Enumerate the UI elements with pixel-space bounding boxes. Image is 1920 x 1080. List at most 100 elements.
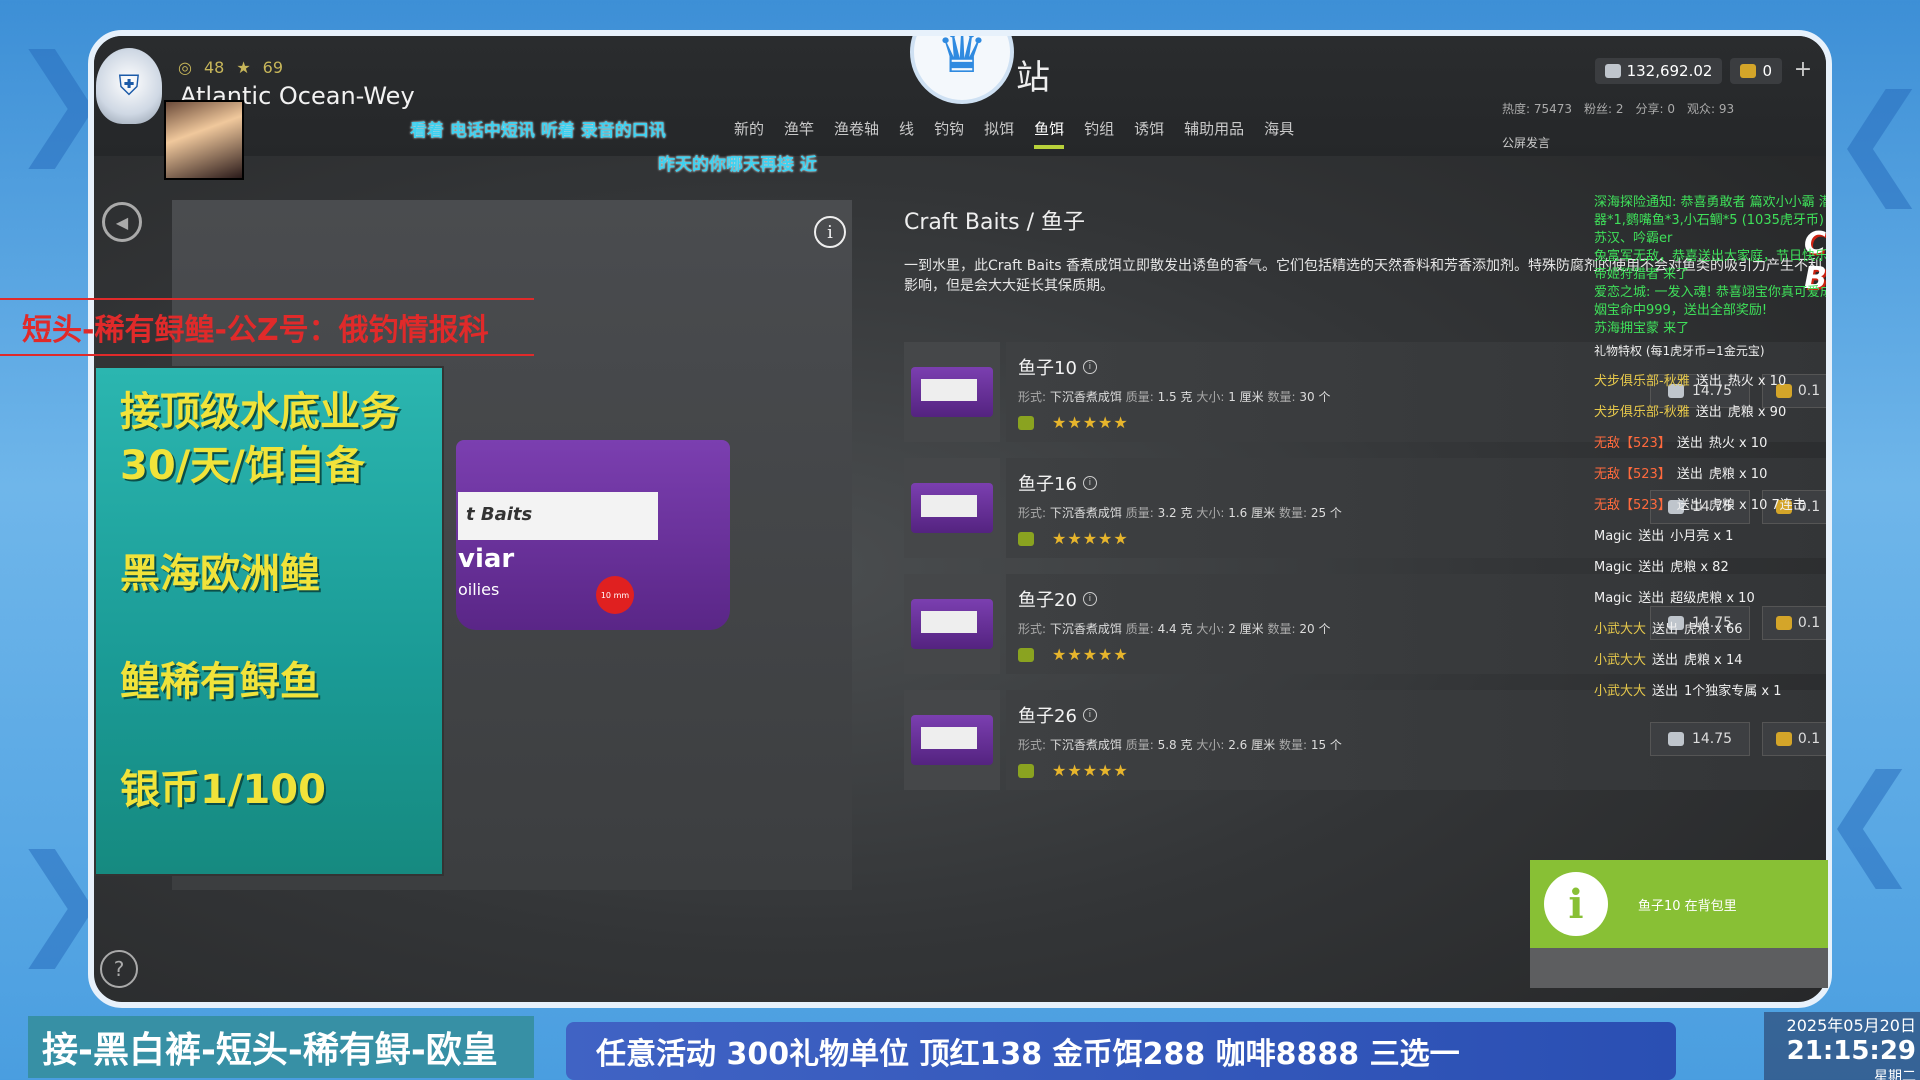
tab-lures[interactable]: 拟饵	[984, 118, 1014, 145]
lyric-line-2: 昨天的你哪天再接 近	[658, 155, 817, 175]
bucket-name: viar	[458, 544, 515, 574]
bucket-label: t Baits	[458, 492, 658, 540]
detail-title: Craft Baits / 鱼子	[904, 210, 1086, 235]
stat-views: 观众: 93	[1687, 102, 1735, 116]
tab-hooks[interactable]: 钓钩	[934, 118, 964, 145]
tab-rods[interactable]: 渔竿	[784, 118, 814, 145]
gift-message: 无敌【523】 送出 虎粮 x 10 7连击	[1594, 497, 1806, 513]
chat-message: 苏海拥宝蒙 来了	[1594, 321, 1690, 336]
announce-title: 公屏发言	[1502, 136, 1551, 150]
ad-panel: 接顶级水底业务 30/天/饵自备 黑海欧洲鳇 鳇稀有鲟鱼 银币1/100	[94, 366, 444, 876]
chat-message: 爱恋之城: 一发入魂! 恭喜翊宝你真可爱成功帮助主人	[1594, 285, 1832, 300]
product-thumbnail	[904, 342, 1000, 442]
tab-reels[interactable]: 渔卷轴	[834, 118, 879, 145]
gift-message: 犬步俱乐部-秋雅 送出 热火 x 10	[1594, 373, 1787, 389]
rating-stars: ★★★★★	[1052, 529, 1129, 548]
chat-message: 姻宝命中999，送出全部奖励!	[1594, 303, 1768, 318]
buy-silver-button[interactable]: 14.75	[1650, 722, 1750, 756]
red-banner: 短头-稀有鲟鳇-公Z号：俄钓情报科	[0, 298, 534, 356]
gold-balance: 0	[1730, 58, 1782, 84]
currency-bar: 132,692.02 0 +	[1594, 58, 1816, 84]
back-button[interactable]: ◀	[102, 202, 142, 242]
tab-new[interactable]: 新的	[734, 118, 764, 145]
gift-message: 无敌【523】 送出 虎粮 x 10	[1594, 466, 1768, 482]
bait-type-icon	[1018, 415, 1034, 430]
silver-coin-icon	[1604, 64, 1621, 78]
tab-accessories[interactable]: 辅助用品	[1184, 118, 1244, 145]
tab-sea-gear[interactable]: 海具	[1264, 118, 1294, 145]
ad-line: 鳇稀有鲟鱼	[120, 659, 320, 705]
product-thumbnail	[904, 690, 1000, 790]
category-nav: 新的 渔竿 渔卷轴 线 钓钩 拟饵 鱼饵 钓组 诱饵 辅助用品 海具	[734, 118, 1294, 149]
bait-type-icon	[1018, 763, 1034, 778]
star-value: 69	[262, 58, 284, 77]
rating-stars: ★★★★★	[1052, 761, 1129, 780]
level-icon: ◎	[178, 58, 192, 77]
tab-groundbait[interactable]: 诱饵	[1134, 118, 1164, 145]
clock-time: 21:15:29	[1786, 1036, 1916, 1066]
ad-line: 接顶级水底业务	[120, 389, 400, 435]
gift-message: 小武大大 送出 虎粮 x 66	[1594, 621, 1743, 637]
notification-toast[interactable]: i 鱼子10 在背包里	[1530, 860, 1828, 948]
notification-text: 鱼子10 在背包里	[1638, 898, 1737, 914]
clock-weekday: 星期二	[1874, 1069, 1916, 1080]
clock: 2025年05月20日 21:15:29 星期二	[1764, 1012, 1920, 1080]
lyric-line-1: 看着 电话中短讯 听着 录音的口讯	[410, 121, 666, 141]
stat-heat: 热度: 75473	[1502, 102, 1573, 116]
level-value: 48	[203, 58, 225, 77]
gold-coin-icon	[1740, 64, 1757, 78]
product-thumbnail	[904, 574, 1000, 674]
gift-privilege-note: 礼物特权 (每1虎牙币=1金元宝)	[1594, 344, 1765, 358]
size-badge: 10 mm	[596, 576, 634, 614]
product-thumbnail	[904, 458, 1000, 558]
bucket-sub: oilies	[458, 580, 500, 599]
info-icon[interactable]: i	[1082, 476, 1097, 490]
streamer-avatar	[164, 100, 244, 180]
gift-message: 犬步俱乐部-秋雅 送出 虎粮 x 90	[1594, 404, 1787, 420]
stat-fans: 粉丝: 2	[1584, 102, 1624, 116]
help-button[interactable]: ?	[100, 950, 138, 988]
clock-date: 2025年05月20日	[1786, 1016, 1916, 1035]
add-currency-button[interactable]: +	[1790, 58, 1816, 84]
club-logo-icon: ⛨	[96, 48, 162, 124]
fish-decoration-icon: ❮	[1830, 80, 1920, 200]
station-title: 站	[1016, 58, 1050, 98]
chat-message: 深海探险通知: 恭喜勇敢者 篇欢小小霸 潜水345米, 兵利器*1,鹦嘴鱼*3,…	[1594, 195, 1832, 228]
bait-type-icon	[1018, 531, 1034, 546]
stat-share: 分享: 0	[1635, 102, 1676, 116]
rating-stars: ★★★★★	[1052, 645, 1129, 664]
tab-lines[interactable]: 线	[899, 118, 914, 145]
gift-message: 小武大大 送出 1个独家专属 x 1	[1594, 683, 1782, 699]
buy-gold-button[interactable]: 0.1	[1762, 722, 1826, 756]
rating-stars: ★★★★★	[1052, 413, 1129, 432]
gift-message: 无敌【523】 送出 热火 x 10	[1594, 435, 1768, 451]
info-icon[interactable]: i	[1082, 708, 1097, 722]
ad-line: 黑海欧洲鳇	[120, 551, 320, 597]
info-icon: i	[1544, 872, 1608, 936]
notification-ghost	[1530, 948, 1828, 988]
gift-message: Magic 送出 超级虎粮 x 10	[1594, 590, 1755, 606]
ad-line: 30/天/饵自备	[120, 443, 365, 489]
tab-rigs[interactable]: 钓组	[1084, 118, 1114, 145]
bait-type-icon	[1018, 647, 1034, 662]
gift-message: Magic 送出 虎粮 x 82	[1594, 559, 1729, 575]
fish-decoration-icon: ❮	[1820, 750, 1920, 889]
chat-message: 苏汉、吟霸er	[1594, 231, 1673, 246]
stream-stats: 热度: 75473 粉丝: 2 分享: 0 观众: 93	[1502, 100, 1734, 117]
info-icon[interactable]: i	[1082, 592, 1097, 606]
chat-message: 帝姬狩猎者 来了	[1594, 267, 1690, 282]
star-icon: ★	[236, 58, 251, 77]
bottom-marquee: 任意活动 300礼物单位 顶红138 金币饵288 咖啡8888 三选一	[566, 1022, 1676, 1080]
gift-message: Magic 送出 小月亮 x 1	[1594, 528, 1734, 544]
silver-balance: 132,692.02	[1594, 58, 1723, 84]
tab-baits[interactable]: 鱼饵	[1034, 118, 1065, 149]
ad-line: 银币1/100	[120, 767, 326, 813]
info-icon[interactable]: i	[1082, 360, 1097, 374]
level-badges: ◎ 48 ★ 69	[178, 58, 283, 77]
bottom-left-ticker: 接-黑白裤-短头-稀有鲟-欧皇	[28, 1016, 534, 1078]
live-chat: 深海探险通知: 恭喜勇敢者 篇欢小小霸 潜水345米, 兵利器*1,鹦嘴鱼*3,…	[1594, 194, 1832, 707]
gift-message: 小武大大 送出 虎粮 x 14	[1594, 652, 1743, 668]
chat-message: 兔富军无敌，恭喜送出大家庭，节日快乐	[1594, 249, 1829, 264]
bait-bucket-image: t Baits viar oilies 10 mm	[456, 440, 730, 630]
info-button[interactable]: i	[814, 216, 846, 248]
